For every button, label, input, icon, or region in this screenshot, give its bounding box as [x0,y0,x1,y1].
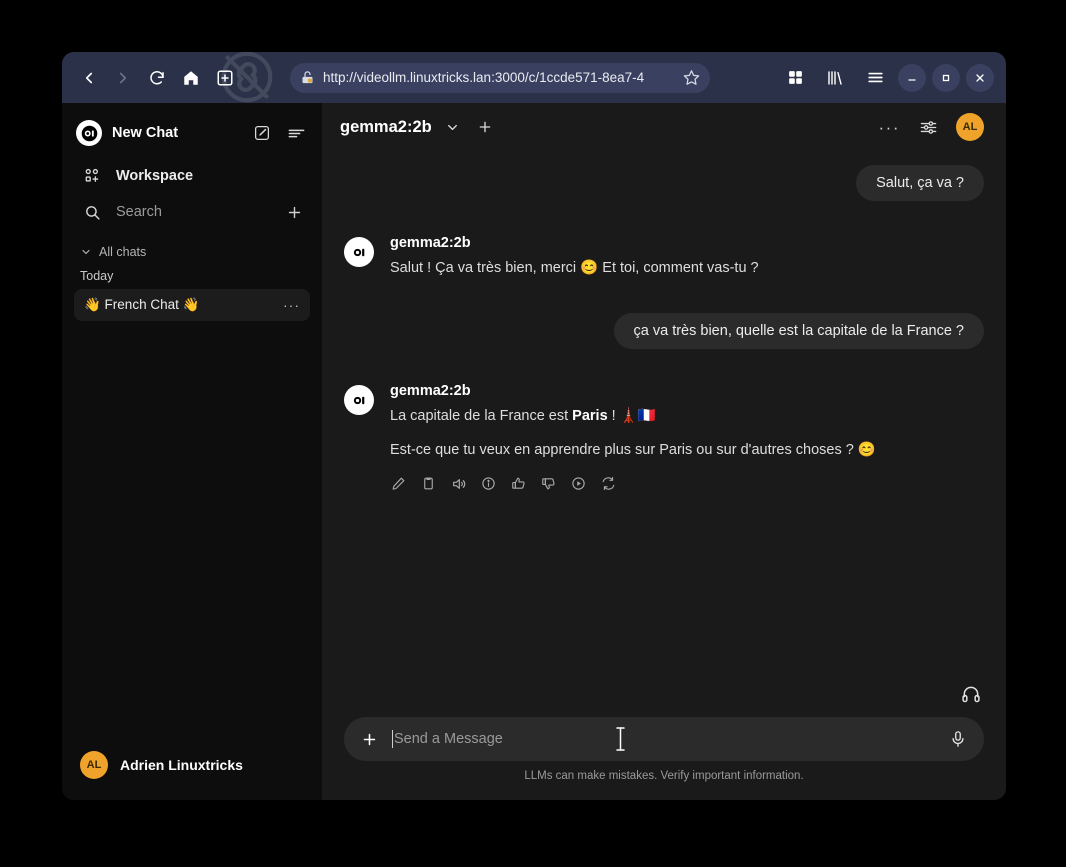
search-label: Search [116,204,162,220]
openwebui-logo-icon [76,120,102,146]
assistant-paragraph: Salut ! Ça va très bien, merci 😊 Et toi,… [390,258,984,279]
chat-item-menu-icon[interactable]: ··· [283,298,300,312]
assistant-paragraph: La capitale de la France est Paris ! 🗼🇫🇷 [390,406,984,427]
hamburger-menu-icon[interactable] [858,61,892,95]
message-list: Salut, ça va ? gemma2:2b Salut ! Ça va t… [322,151,1006,717]
assistant-text-pre: La capitale de la France est [390,408,573,425]
sidebar-user-profile[interactable]: AL Adrien Linuxtricks [74,742,310,788]
model-selector-label[interactable]: gemma2:2b [340,118,432,137]
header-user-avatar[interactable]: AL [956,113,984,141]
chat-item-title: 👋 French Chat 👋 [84,297,200,312]
assistant-text: Est-ce que tu veux en apprendre plus sur… [390,442,876,459]
regenerate-icon[interactable] [600,475,617,492]
assistant-text-bold: Paris [572,408,608,425]
message-row-assistant: gemma2:2b La capitale de la France est P… [344,383,984,492]
workspace-icon [80,164,104,188]
assistant-text: Salut ! Ça va très bien, merci 😊 Et toi,… [390,260,759,276]
browser-toolbar: http://videollm.linuxtricks.lan:3000/c/1… [62,52,1006,103]
user-name-label: Adrien Linuxtricks [120,757,243,773]
bookmark-star-icon[interactable] [683,69,700,86]
continue-icon[interactable] [570,475,587,492]
reload-button[interactable] [140,61,174,95]
app-body: New Chat Workspace Search All chats Toda… [62,103,1006,800]
all-chats-label: All chats [99,245,147,259]
chevron-down-icon [80,246,92,258]
extensions-icon[interactable] [778,61,812,95]
message-input[interactable]: Send a Message [392,727,934,751]
message-input-placeholder: Send a Message [394,731,503,747]
main-panel: gemma2:2b ··· AL Salut, ça va ? gemma2:2… [322,103,1006,800]
message-row-user: Salut, ça va ? [344,165,984,201]
assistant-message-body: gemma2:2b Salut ! Ça va très bien, merci… [390,235,984,279]
url-text: http://videollm.linuxtricks.lan:3000/c/1… [323,70,645,85]
message-composer[interactable]: Send a Message [344,717,984,761]
address-bar[interactable]: http://videollm.linuxtricks.lan:3000/c/1… [290,62,710,93]
forward-button[interactable] [106,61,140,95]
new-chat-label[interactable]: New Chat [112,125,240,141]
text-caret [392,730,393,748]
insecure-lock-icon [300,70,315,85]
disclaimer-text: LLMs can make mistakes. Verify important… [524,770,804,782]
close-button[interactable] [966,63,994,92]
assistant-paragraph: Est-ce que tu veux en apprendre plus sur… [390,440,984,461]
browser-window: http://videollm.linuxtricks.lan:3000/c/1… [62,52,1006,800]
sidebar: New Chat Workspace Search All chats Toda… [62,103,322,800]
user-message-bubble: ça va très bien, quelle est la capitale … [613,313,984,350]
library-icon[interactable] [818,61,852,95]
sidebar-item-workspace[interactable]: Workspace [74,159,310,193]
mouse-ibeam-cursor [614,724,627,759]
toggle-sidebar-icon[interactable] [284,121,308,145]
home-button[interactable] [174,61,208,95]
assistant-avatar-icon [344,385,374,416]
chat-header: gemma2:2b ··· AL [322,103,1006,151]
message-row-assistant: gemma2:2b Salut ! Ça va très bien, merci… [344,235,984,279]
composer-area: Send a Message LLMs can make mistakes. V… [322,686,1006,800]
call-headphones-icon[interactable] [960,683,982,705]
copy-icon[interactable] [420,475,437,492]
user-message-bubble: Salut, ça va ? [856,165,984,201]
toolbar-right-actions [778,61,996,95]
sidebar-chat-item-french-chat[interactable]: 👋 French Chat 👋 ··· [74,289,310,321]
new-chat-plus-icon[interactable] [284,202,304,222]
back-button[interactable] [72,61,106,95]
all-chats-toggle[interactable]: All chats [74,245,310,259]
chat-controls-icon[interactable] [917,116,939,138]
assistant-avatar-icon [344,237,374,267]
add-model-icon[interactable] [474,116,496,138]
user-avatar: AL [80,751,108,779]
message-actions [390,475,984,492]
microphone-icon[interactable] [948,729,968,749]
model-chevron-down-icon[interactable] [442,116,464,138]
sidebar-header: New Chat [74,110,310,156]
workspace-label: Workspace [116,168,194,184]
attach-plus-icon[interactable] [360,730,378,748]
edit-icon[interactable] [390,475,407,492]
search-row[interactable]: Search [74,195,310,229]
assistant-message-body: gemma2:2b La capitale de la France est P… [390,383,984,492]
compose-icon[interactable] [250,121,274,145]
day-group-label: Today [80,269,114,283]
info-icon[interactable] [480,475,497,492]
maximize-button[interactable] [932,63,960,92]
chat-more-menu-icon[interactable]: ··· [879,119,900,136]
assistant-text-post: ! 🗼🇫🇷 [607,408,656,425]
assistant-name-label: gemma2:2b [390,383,471,400]
search-icon [80,200,104,224]
thumbs-up-icon[interactable] [510,475,527,492]
new-tab-button[interactable] [208,61,242,95]
chat-header-actions: ··· AL [879,113,984,141]
thumbs-down-icon[interactable] [540,475,557,492]
minimize-button[interactable] [898,63,926,92]
assistant-name-label: gemma2:2b [390,235,471,251]
speaker-icon[interactable] [450,475,467,492]
message-row-user: ça va très bien, quelle est la capitale … [344,313,984,350]
